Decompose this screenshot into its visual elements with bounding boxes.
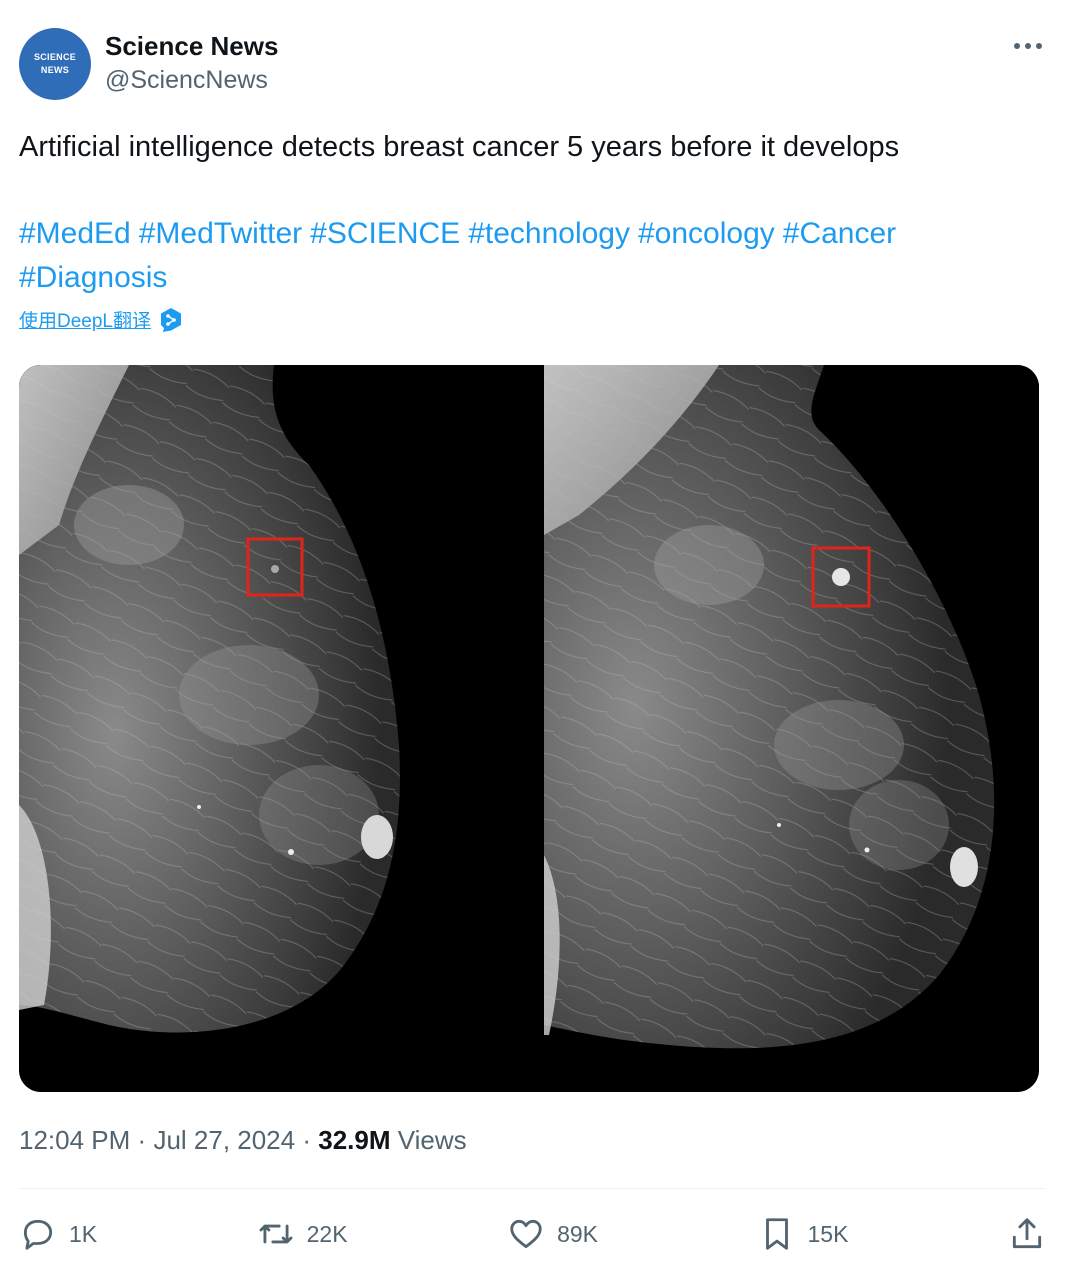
meta-separator: · — [302, 1125, 312, 1155]
share-button[interactable] — [1008, 1215, 1046, 1253]
repost-count: 22K — [306, 1220, 348, 1247]
hashtag-link[interactable]: #Cancer — [783, 217, 896, 250]
hashtag-link[interactable]: #MedEd — [19, 217, 131, 250]
translate-link[interactable]: 使用DeepL翻译 — [19, 306, 151, 333]
hashtag-link[interactable]: #MedTwitter — [139, 217, 302, 250]
tweet-meta: 12:04 PM · Jul 27, 2024 · 32.9M Views — [19, 1122, 467, 1158]
tweet-date[interactable]: Jul 27, 2024 — [153, 1125, 295, 1155]
repost-button[interactable]: 22K — [257, 1215, 348, 1253]
reply-icon — [23, 1219, 53, 1250]
views-count: 32.9M — [318, 1125, 391, 1155]
hashtag-link[interactable]: #technology — [468, 217, 630, 250]
author-names: Science News @SciencNews — [105, 30, 278, 98]
heart-icon — [510, 1219, 542, 1249]
author-handle[interactable]: @SciencNews — [105, 62, 278, 98]
meta-separator: · — [137, 1125, 147, 1155]
hashtag-link[interactable]: #oncology — [638, 217, 775, 250]
tweet-time[interactable]: 12:04 PM — [19, 1125, 130, 1155]
hashtag-link[interactable]: #SCIENCE — [310, 217, 460, 250]
author-display-name[interactable]: Science News — [105, 30, 278, 62]
bookmark-button[interactable]: 15K — [758, 1215, 849, 1253]
views-label: Views — [397, 1125, 467, 1155]
mammogram-image[interactable] — [19, 365, 1039, 1092]
avatar-text-line1: SCIENCE — [33, 52, 77, 62]
bookmark-count: 15K — [807, 1220, 849, 1247]
tweet-text: Artificial intelligence detects breast c… — [19, 131, 900, 163]
translate-row: 使用DeepL翻译 — [19, 306, 183, 333]
reply-count: 1K — [69, 1220, 98, 1247]
avatar-text-line2: NEWS — [40, 65, 70, 75]
action-bar: 1K 22K 89K 15K — [19, 1210, 1046, 1258]
hashtag-link[interactable]: #Diagnosis — [19, 261, 167, 294]
like-button[interactable]: 89K — [507, 1215, 598, 1253]
deepl-icon — [161, 307, 181, 332]
reply-button[interactable]: 1K — [19, 1215, 97, 1253]
bookmark-icon — [765, 1218, 788, 1250]
repost-icon — [259, 1224, 293, 1244]
more-options-icon[interactable] — [1010, 34, 1046, 58]
like-count: 89K — [557, 1220, 599, 1247]
tweet-header: SCIENCE NEWS Science News @SciencNews — [19, 28, 1046, 102]
divider — [19, 1188, 1046, 1189]
share-icon — [1012, 1218, 1042, 1249]
hashtag-list: #MedEd #MedTwitter #SCIENCE #technology #onc… — [19, 212, 986, 300]
avatar[interactable]: SCIENCE NEWS — [19, 28, 91, 100]
